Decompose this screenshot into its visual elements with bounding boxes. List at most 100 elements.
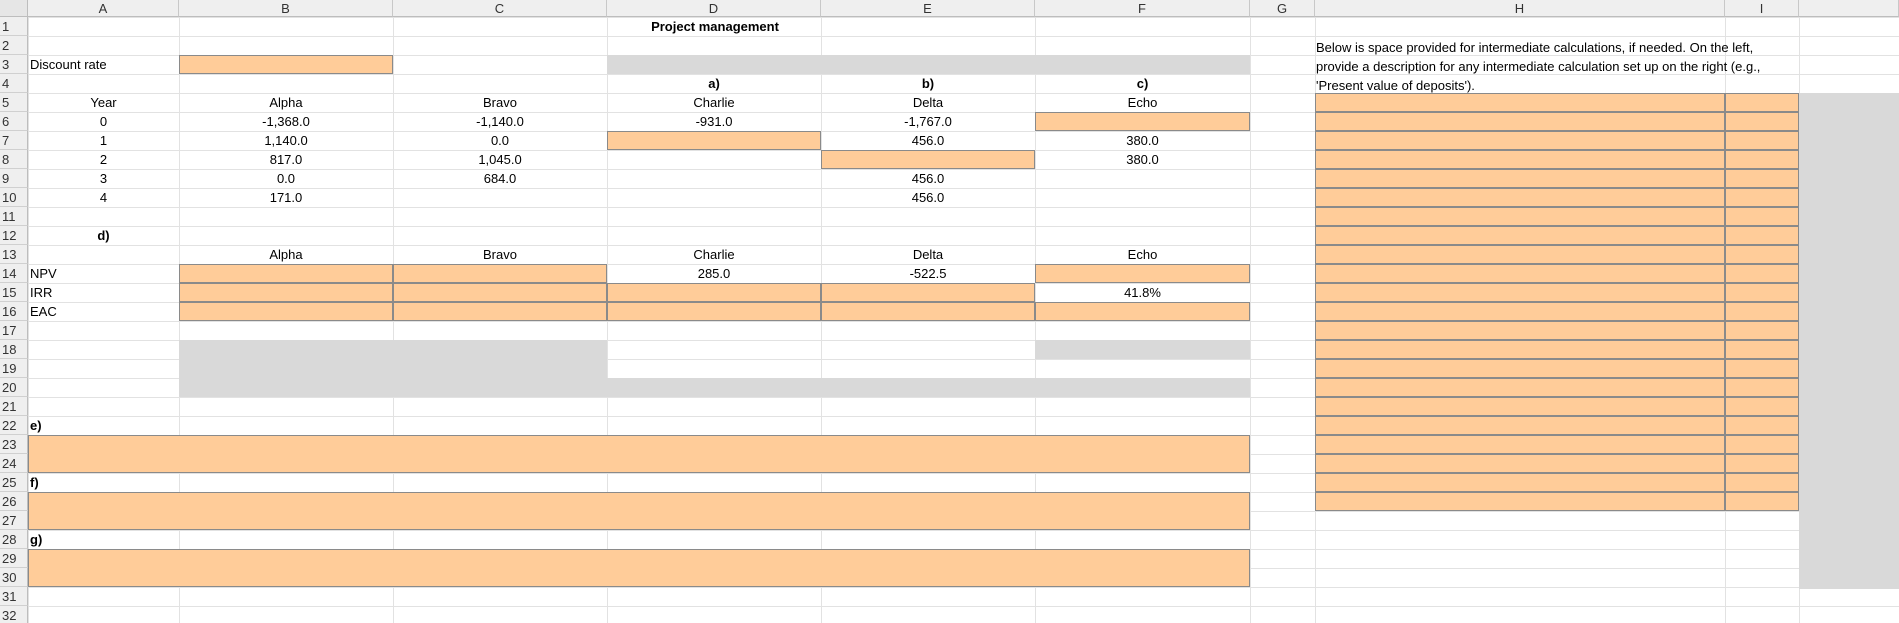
calc-description-input[interactable] [1315, 245, 1725, 264]
row-header[interactable]: 3 [0, 55, 28, 74]
bravo-npv-input[interactable] [393, 264, 607, 283]
year-cell[interactable]: 1 [28, 131, 179, 150]
calc-description-input[interactable] [1315, 207, 1725, 226]
row-header[interactable]: 12 [0, 226, 28, 245]
delta-cashflow[interactable]: -1,767.0 [821, 112, 1035, 131]
column-header[interactable]: E [821, 0, 1035, 17]
calc-value-input[interactable] [1725, 169, 1799, 188]
irr-input[interactable] [821, 283, 1035, 302]
row-header[interactable]: 15 [0, 283, 28, 302]
calc-description-input[interactable] [1315, 473, 1725, 492]
row-header[interactable]: 22 [0, 416, 28, 435]
year-cell[interactable]: 3 [28, 169, 179, 188]
eac-input[interactable] [607, 302, 821, 321]
calc-description-input[interactable] [1315, 112, 1725, 131]
calc-description-input[interactable] [1315, 435, 1725, 454]
discount-rate-input[interactable] [179, 55, 393, 74]
calc-description-input[interactable] [1315, 93, 1725, 112]
year-cell[interactable]: 4 [28, 188, 179, 207]
row-header[interactable]: 26 [0, 492, 28, 511]
echo-cashflow[interactable]: 380.0 [1035, 131, 1250, 150]
irr-input[interactable] [179, 283, 393, 302]
calc-value-input[interactable] [1725, 435, 1799, 454]
row-header[interactable]: 19 [0, 359, 28, 378]
column-header[interactable] [1799, 0, 1899, 17]
calc-description-input[interactable] [1315, 359, 1725, 378]
row-header[interactable]: 18 [0, 340, 28, 359]
eac-input[interactable] [179, 302, 393, 321]
alpha-cashflow[interactable]: 817.0 [179, 150, 393, 169]
row-header[interactable]: 5 [0, 93, 28, 112]
calc-value-input[interactable] [1725, 473, 1799, 492]
year-cell[interactable]: 0 [28, 112, 179, 131]
row-header[interactable]: 25 [0, 473, 28, 492]
answer-g-input[interactable] [28, 549, 1250, 587]
bravo-cashflow[interactable]: 1,045.0 [393, 150, 607, 169]
calc-value-input[interactable] [1725, 378, 1799, 397]
calc-value-input[interactable] [1725, 321, 1799, 340]
calc-description-input[interactable] [1315, 226, 1725, 245]
calc-value-input[interactable] [1725, 188, 1799, 207]
column-header[interactable]: B [179, 0, 393, 17]
row-header[interactable]: 8 [0, 150, 28, 169]
column-header[interactable]: A [28, 0, 179, 17]
row-header[interactable]: 17 [0, 321, 28, 340]
column-header[interactable]: I [1725, 0, 1799, 17]
row-header[interactable]: 9 [0, 169, 28, 188]
row-header[interactable]: 31 [0, 587, 28, 606]
eac-input[interactable] [393, 302, 607, 321]
alpha-cashflow[interactable]: 0.0 [179, 169, 393, 188]
row-header[interactable]: 1 [0, 17, 28, 36]
row-header[interactable]: 24 [0, 454, 28, 473]
calc-value-input[interactable] [1725, 131, 1799, 150]
alpha-cashflow[interactable]: 171.0 [179, 188, 393, 207]
delta-cashflow[interactable]: 456.0 [821, 169, 1035, 188]
calc-value-input[interactable] [1725, 359, 1799, 378]
calc-value-input[interactable] [1725, 454, 1799, 473]
column-header[interactable]: C [393, 0, 607, 17]
column-header[interactable]: F [1035, 0, 1250, 17]
calc-description-input[interactable] [1315, 264, 1725, 283]
row-header[interactable]: 16 [0, 302, 28, 321]
irr-input[interactable] [607, 283, 821, 302]
delta-cashflow[interactable]: 456.0 [821, 188, 1035, 207]
calc-description-input[interactable] [1315, 340, 1725, 359]
calc-description-input[interactable] [1315, 454, 1725, 473]
bravo-cashflow[interactable]: -1,140.0 [393, 112, 607, 131]
delta-year2-input[interactable] [821, 150, 1035, 169]
row-header[interactable]: 4 [0, 74, 28, 93]
row-header[interactable]: 32 [0, 606, 28, 623]
row-header[interactable]: 2 [0, 36, 28, 55]
bravo-cashflow[interactable]: 684.0 [393, 169, 607, 188]
answer-f-input[interactable] [28, 492, 1250, 530]
irr-input[interactable] [393, 283, 607, 302]
row-header[interactable]: 27 [0, 511, 28, 530]
calc-value-input[interactable] [1725, 416, 1799, 435]
calc-value-input[interactable] [1725, 264, 1799, 283]
charlie-npv-value[interactable]: 285.0 [607, 264, 821, 283]
calc-value-input[interactable] [1725, 492, 1799, 511]
row-header[interactable]: 7 [0, 131, 28, 150]
year-cell[interactable]: 2 [28, 150, 179, 169]
calc-value-input[interactable] [1725, 112, 1799, 131]
calc-value-input[interactable] [1725, 397, 1799, 416]
answer-e-input[interactable] [28, 435, 1250, 473]
column-header[interactable]: G [1250, 0, 1315, 17]
delta-cashflow[interactable]: 456.0 [821, 131, 1035, 150]
row-header[interactable]: 30 [0, 568, 28, 587]
row-header[interactable]: 21 [0, 397, 28, 416]
calc-description-input[interactable] [1315, 321, 1725, 340]
row-header[interactable]: 29 [0, 549, 28, 568]
alpha-cashflow[interactable]: -1,368.0 [179, 112, 393, 131]
row-header[interactable]: 23 [0, 435, 28, 454]
calc-description-input[interactable] [1315, 378, 1725, 397]
echo-cashflow[interactable]: 380.0 [1035, 150, 1250, 169]
echo-eac-input[interactable] [1035, 302, 1250, 321]
calc-description-input[interactable] [1315, 416, 1725, 435]
calc-description-input[interactable] [1315, 283, 1725, 302]
row-header[interactable]: 13 [0, 245, 28, 264]
calc-description-input[interactable] [1315, 492, 1725, 511]
calc-value-input[interactable] [1725, 150, 1799, 169]
echo-npv-input[interactable] [1035, 264, 1250, 283]
row-header[interactable]: 28 [0, 530, 28, 549]
